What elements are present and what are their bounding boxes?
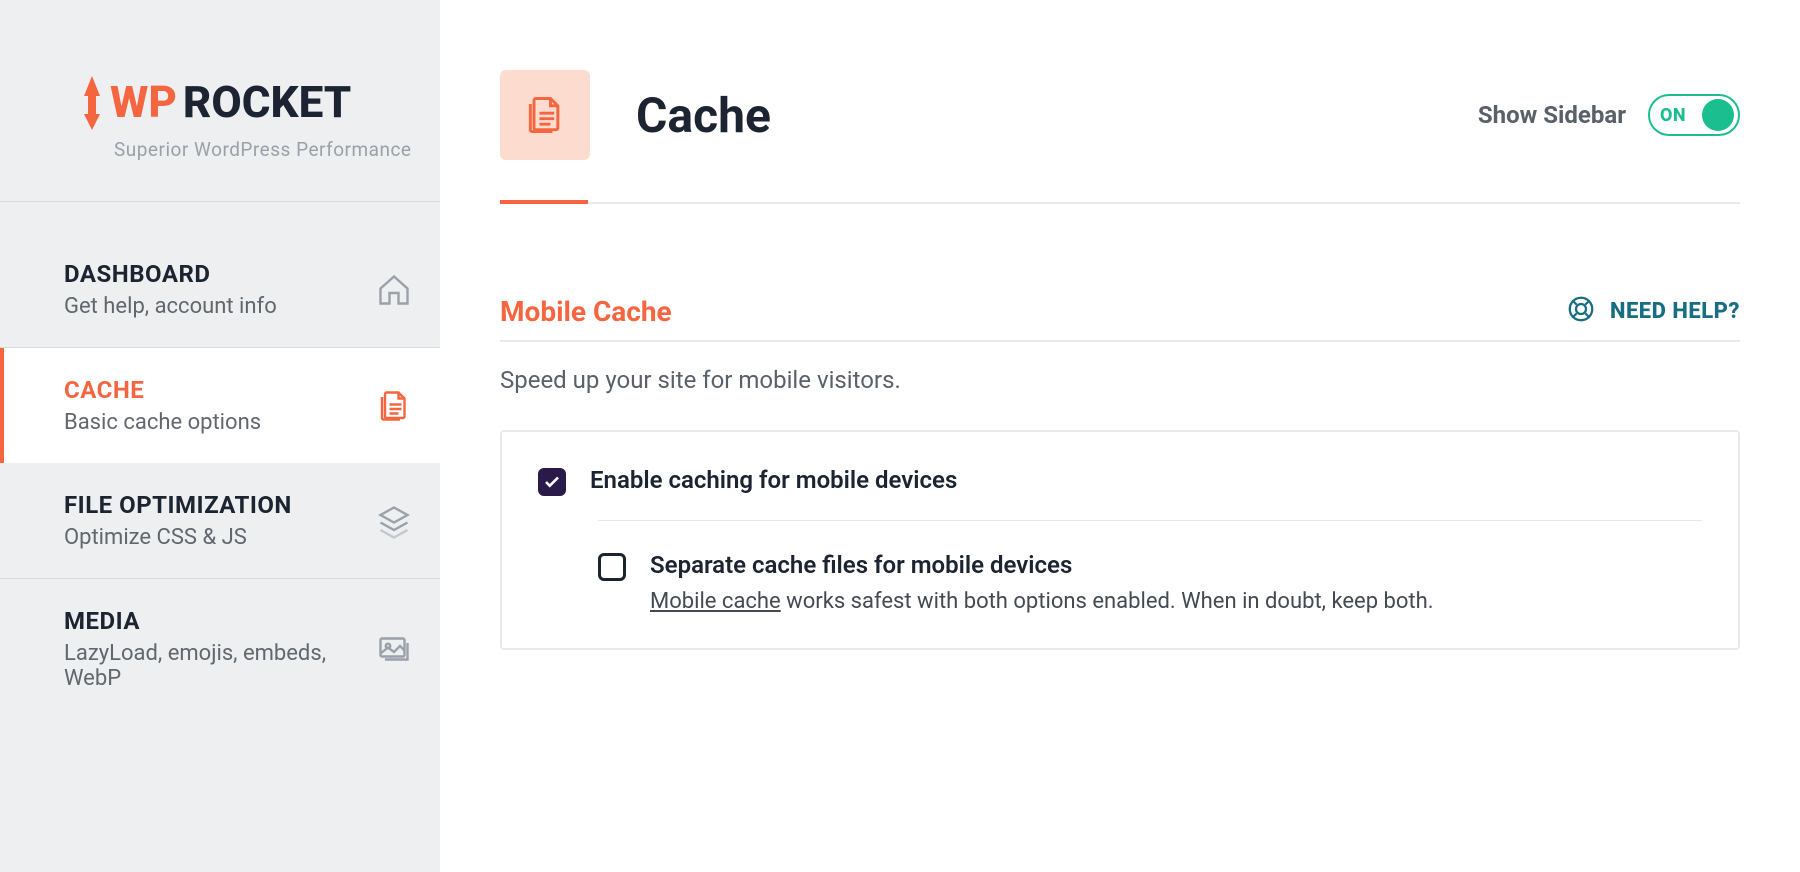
need-help-link[interactable]: NEED HELP? bbox=[1566, 294, 1740, 328]
home-icon bbox=[376, 272, 412, 308]
layers-icon bbox=[376, 503, 412, 539]
sidebar-item-title: DASHBOARD bbox=[64, 260, 277, 288]
main-panel: Cache Show Sidebar ON Mobile Cache NEED … bbox=[440, 0, 1800, 872]
sidebar-item-sub: Basic cache options bbox=[64, 410, 261, 435]
page-title: Cache bbox=[636, 87, 771, 144]
option-separate-cache-files: Separate cache files for mobile devices … bbox=[598, 520, 1702, 618]
brand-logo: WP ROCKET Superior WordPress Performance bbox=[0, 0, 440, 202]
sidebar-item-media[interactable]: MEDIA LazyLoad, emojis, embeds, WebP bbox=[0, 579, 440, 719]
option-detail: Mobile cache works safest with both opti… bbox=[650, 589, 1434, 614]
section-description: Speed up your site for mobile visitors. bbox=[500, 366, 1740, 394]
option-label: Separate cache files for mobile devices bbox=[650, 551, 1434, 579]
sidebar-item-sub: Optimize CSS & JS bbox=[64, 525, 292, 550]
rocket-icon bbox=[80, 76, 104, 134]
option-label: Enable caching for mobile devices bbox=[590, 466, 957, 494]
settings-sidebar: WP ROCKET Superior WordPress Performance… bbox=[0, 0, 440, 872]
sidebar-item-cache[interactable]: CACHE Basic cache options bbox=[0, 348, 440, 463]
need-help-text: NEED HELP? bbox=[1610, 299, 1740, 324]
separate-cache-files-checkbox[interactable] bbox=[598, 553, 626, 581]
sidebar-item-sub: LazyLoad, emojis, embeds, WebP bbox=[64, 641, 376, 691]
sidebar-item-title: FILE OPTIMIZATION bbox=[64, 491, 292, 519]
image-icon bbox=[376, 631, 412, 667]
sidebar-item-file-optimization[interactable]: FILE OPTIMIZATION Optimize CSS & JS bbox=[0, 463, 440, 579]
mobile-cache-section: Mobile Cache NEED HELP? Speed up your si… bbox=[500, 294, 1740, 650]
brand-wp: WP bbox=[110, 76, 177, 128]
sidebar-item-sub: Get help, account info bbox=[64, 294, 277, 319]
mobile-cache-options: Enable caching for mobile devices Separa… bbox=[500, 430, 1740, 650]
sidebar-item-dashboard[interactable]: DASHBOARD Get help, account info bbox=[0, 232, 440, 348]
sidebar-item-title: MEDIA bbox=[64, 607, 376, 635]
show-sidebar-toggle[interactable]: ON bbox=[1648, 94, 1740, 136]
toggle-on-label: ON bbox=[1660, 105, 1686, 126]
section-title: Mobile Cache bbox=[500, 295, 672, 328]
brand-rocket: ROCKET bbox=[183, 76, 351, 128]
toggle-knob bbox=[1702, 99, 1734, 131]
mobile-cache-link[interactable]: Mobile cache bbox=[650, 589, 781, 614]
page-header: Cache Show Sidebar ON bbox=[500, 70, 1740, 204]
settings-nav: DASHBOARD Get help, account info CACHE B… bbox=[0, 232, 440, 719]
cache-page-icon bbox=[500, 70, 590, 160]
option-detail-rest: works safest with both options enabled. … bbox=[781, 589, 1434, 614]
brand-tagline: Superior WordPress Performance bbox=[114, 138, 420, 161]
enable-mobile-cache-checkbox[interactable] bbox=[538, 468, 566, 496]
option-enable-mobile-cache: Enable caching for mobile devices bbox=[538, 462, 1702, 500]
files-icon bbox=[376, 388, 412, 424]
show-sidebar-label: Show Sidebar bbox=[1478, 101, 1626, 129]
lifebuoy-icon bbox=[1566, 294, 1596, 328]
sidebar-item-title: CACHE bbox=[64, 376, 261, 404]
